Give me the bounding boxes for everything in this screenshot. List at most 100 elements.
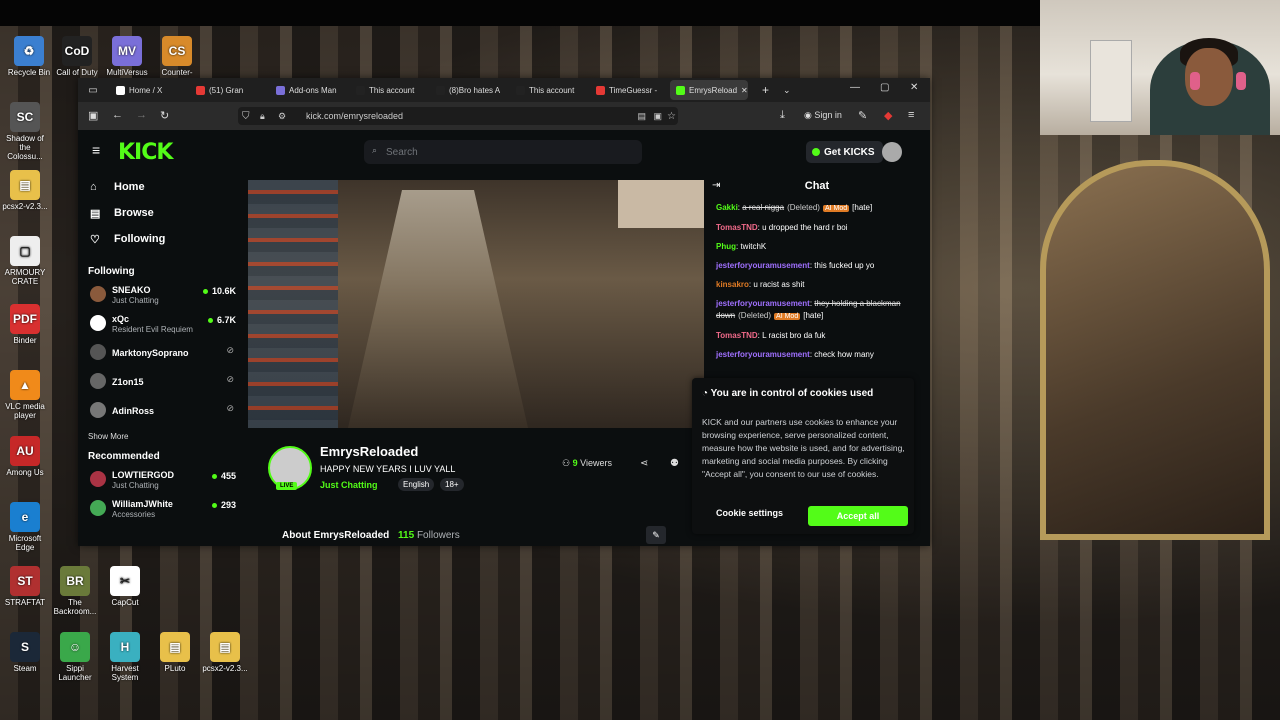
chat-username[interactable]: TomasTND <box>716 223 758 232</box>
chat-username[interactable]: kinsakro <box>716 280 749 289</box>
menu-icon[interactable]: ≡ <box>908 109 914 121</box>
tab-overview-icon[interactable]: ▭ <box>78 85 108 96</box>
chat-username[interactable]: jesterforyouramusement <box>716 299 810 308</box>
sign-in-button[interactable]: ◉ Sign in <box>804 110 842 121</box>
desktop-icon[interactable]: ▲ VLC media player <box>2 370 48 420</box>
chat-username[interactable]: TomasTND <box>716 331 758 340</box>
search-input[interactable]: ⌕ Search <box>364 140 642 164</box>
browser-tab[interactable]: (8)Bro hates A <box>430 80 508 100</box>
shield-icon[interactable]: ⛉ <box>242 111 250 122</box>
chat-username[interactable]: jesterforyouramusement <box>716 261 810 270</box>
channel-item[interactable]: MarktonySoprano ⊘ <box>78 340 246 369</box>
cookie-settings-button[interactable]: Cookie settings <box>716 508 783 518</box>
desktop-app-icon: SC <box>10 102 40 132</box>
lock-icon[interactable]: 🔒︎ <box>260 111 265 122</box>
maximize-icon[interactable]: ▢ <box>880 82 889 93</box>
new-tab-icon[interactable]: + <box>762 83 769 97</box>
page-action-icon[interactable]: ▣ <box>653 111 662 122</box>
desktop-icon[interactable]: MV MultiVersus <box>104 36 150 77</box>
chat-username[interactable]: jesterforyouramusement <box>716 350 810 359</box>
desktop-icon-label: Call of Duty <box>56 68 98 77</box>
desktop-icon[interactable]: CoD Call of Duty <box>54 36 100 77</box>
desktop-icon[interactable]: S Steam <box>2 632 48 673</box>
desktop-icon[interactable]: ▤ PLuto <box>152 632 198 673</box>
channel-item[interactable]: xQc Resident Evil Requiem 6.7K <box>78 311 246 340</box>
desktop-icon-label: Shadow of the Colossu... <box>6 134 44 161</box>
minimize-icon[interactable]: — <box>850 82 860 93</box>
edit-pencil-icon[interactable]: ✎ <box>646 526 666 544</box>
channel-item[interactable]: WilliamJWhite Accessories 293 <box>78 496 246 525</box>
sidebar-toggle-icon[interactable]: ▣ <box>88 109 98 122</box>
collapse-chat-icon[interactable]: ⇥ <box>712 180 720 191</box>
browser-tab[interactable]: This account <box>510 80 588 100</box>
downloads-icon[interactable]: ⤓ <box>780 109 785 122</box>
browser-tab[interactable]: Add-ons Man <box>270 80 348 100</box>
desktop-icon[interactable]: AU Among Us <box>2 436 48 477</box>
desktop-icon[interactable]: ✂ CapCut <box>102 566 148 607</box>
desktop-icon[interactable]: ST STRAFTAT <box>2 566 48 607</box>
get-kicks-button[interactable]: Get KICKS <box>806 141 883 163</box>
desktop-icon[interactable]: ▤ pcsx2-v2.3... <box>2 170 48 211</box>
chat-username[interactable]: Phug <box>716 242 736 251</box>
desktop-icon[interactable]: SC Shadow of the Colossu... <box>2 102 48 161</box>
channel-item[interactable]: LOWTIERGOD Just Chatting 455 <box>78 467 246 496</box>
desktop-icon[interactable]: ♻ Recycle Bin <box>6 36 52 77</box>
tag-mature[interactable]: 18+ <box>440 478 464 491</box>
sidebar-item-browse[interactable]: ▤ Browse <box>78 200 246 226</box>
desktop-icon[interactable]: BR The Backroom... <box>52 566 98 616</box>
tab-close-icon[interactable]: ✕ <box>741 86 748 95</box>
desktop-app-icon: ST <box>10 566 40 596</box>
browser-tab[interactable]: EmrysReload ✕ <box>670 80 748 100</box>
bookmark-star-icon[interactable]: ☆ <box>667 111 676 122</box>
chat-message: kinsakro: u racist as shit <box>716 280 805 289</box>
browser-tab[interactable]: TimeGuessr - <box>590 80 668 100</box>
permissions-icon[interactable]: ⚙ <box>278 111 286 122</box>
desktop-app-icon: AU <box>10 436 40 466</box>
desktop-app-icon: ▤ <box>160 632 190 662</box>
kick-logo[interactable]: KICK <box>118 140 173 165</box>
follow-user-icon[interactable]: ⚉ <box>670 458 679 469</box>
about-label: About EmrysReloaded <box>282 530 390 541</box>
tab-list-chevron-icon[interactable]: ⌄ <box>783 85 791 96</box>
addon-icon[interactable]: ◆ <box>884 109 892 122</box>
show-more-button[interactable]: Show More <box>78 427 246 451</box>
channel-item[interactable]: AdinRoss ⊘ <box>78 398 246 427</box>
channel-item[interactable]: SNEAKO Just Chatting 10.6K <box>78 282 246 311</box>
chat-username[interactable]: Gakki <box>716 203 738 212</box>
desktop-icon[interactable]: ▢ ARMOURY CRATE <box>2 236 48 286</box>
accept-all-button[interactable]: Accept all <box>808 506 908 526</box>
back-icon[interactable]: ← <box>112 109 123 121</box>
channel-avatar <box>90 286 106 302</box>
browser-tab[interactable]: Home / X <box>110 80 188 100</box>
browser-tab[interactable]: (51) Gran <box>190 80 268 100</box>
reader-view-icon[interactable]: ▤ <box>637 111 646 122</box>
chat-title: Chat <box>804 180 830 192</box>
desktop-icon[interactable]: ▤ pcsx2-v2.3... <box>202 632 248 673</box>
channel-item[interactable]: Z1on15 ⊘ <box>78 369 246 398</box>
close-window-icon[interactable]: ✕ <box>910 82 918 93</box>
sidebar-item-home[interactable]: ⌂ Home <box>78 174 246 200</box>
desktop-icon[interactable]: H Harvest System <box>102 632 148 682</box>
tab-label: (8)Bro hates A <box>449 85 501 95</box>
user-avatar[interactable] <box>882 142 902 162</box>
forward-icon[interactable]: → <box>136 109 147 121</box>
sidebar-item-following[interactable]: ♡ Following <box>78 226 246 252</box>
share-icon[interactable]: ⋖ <box>640 458 648 469</box>
desktop-icon[interactable]: e Microsoft Edge <box>2 502 48 552</box>
hamburger-icon[interactable]: ≡ <box>92 142 100 158</box>
desktop-app-icon: ♻ <box>14 36 44 66</box>
video-player[interactable] <box>248 180 704 428</box>
desktop-icon-label: CapCut <box>111 598 139 607</box>
tag-language[interactable]: English <box>398 478 435 491</box>
extensions-icon[interactable]: ✎ <box>858 109 867 122</box>
address-bar[interactable]: ⛉ 🔒︎ ⚙ kick.com/emrysreloaded ▤ ▣ ☆ <box>238 107 678 125</box>
reload-icon[interactable]: ↻ <box>160 109 169 122</box>
streamer-name[interactable]: EmrysReloaded <box>320 444 418 459</box>
following-header: Following <box>88 266 135 277</box>
desktop-icon[interactable]: ☺ Sippi Launcher <box>52 632 98 682</box>
stream-category[interactable]: Just Chatting <box>320 480 378 490</box>
channel-avatar <box>90 315 106 331</box>
desktop-icon[interactable]: PDF Binder <box>2 304 48 345</box>
browser-tab[interactable]: This account <box>350 80 428 100</box>
url-text[interactable]: kick.com/emrysreloaded <box>306 111 403 121</box>
